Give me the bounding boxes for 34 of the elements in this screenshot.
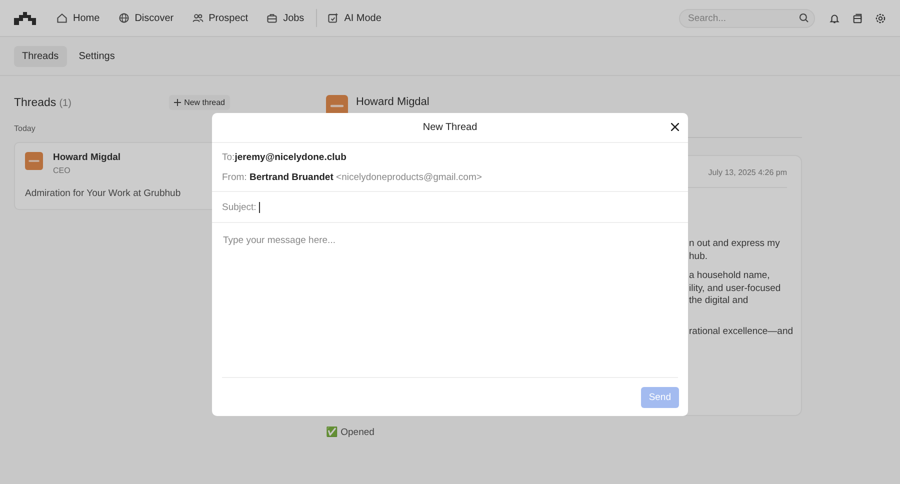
globe-icon bbox=[118, 12, 130, 24]
message-text: n out and express my hub. bbox=[689, 238, 781, 263]
nav-link[interactable]: Jobs bbox=[266, 12, 304, 24]
contact-name: Howard Migdal bbox=[356, 96, 430, 108]
new-thread-button[interactable]: New thread bbox=[169, 95, 230, 110]
nav-link[interactable]: Discover bbox=[118, 12, 174, 24]
plus-icon bbox=[174, 99, 182, 106]
nav-link[interactable]: Prospect bbox=[192, 12, 248, 24]
status-label: ✅ Opened bbox=[326, 426, 376, 438]
avatar-icon bbox=[25, 152, 43, 170]
thread-subject: Admiration for Your Work at Grubhub bbox=[25, 188, 182, 199]
box-icon[interactable] bbox=[852, 12, 863, 24]
settings-icon[interactable] bbox=[875, 12, 886, 24]
briefcase-icon bbox=[266, 12, 278, 24]
close-icon[interactable] bbox=[671, 123, 679, 131]
message-text: a household name, ility, and user-focused the digital and bbox=[689, 270, 782, 308]
nav-link[interactable]: AI Mode bbox=[327, 12, 382, 24]
threads-title: Threads bbox=[14, 96, 56, 108]
contact-name: Howard Migdal bbox=[53, 152, 121, 163]
group-label: Today bbox=[14, 124, 36, 133]
people-icon bbox=[192, 12, 204, 24]
logo-icon[interactable] bbox=[14, 12, 36, 24]
thread-count: (1) bbox=[59, 98, 72, 108]
dialog-title: New Thread bbox=[422, 122, 478, 133]
contact-role: CEO bbox=[53, 166, 72, 175]
tab[interactable]: Threads bbox=[14, 46, 67, 66]
search-field[interactable]: Search... bbox=[679, 8, 815, 28]
message-text: rational excellence—and bbox=[689, 326, 794, 338]
home-icon bbox=[56, 12, 68, 24]
tab[interactable]: Settings bbox=[70, 46, 123, 66]
subject-label: Subject: bbox=[222, 202, 256, 212]
search-icon bbox=[799, 13, 809, 23]
bell-icon[interactable] bbox=[829, 12, 840, 24]
nav-link[interactable]: Home bbox=[56, 12, 100, 24]
